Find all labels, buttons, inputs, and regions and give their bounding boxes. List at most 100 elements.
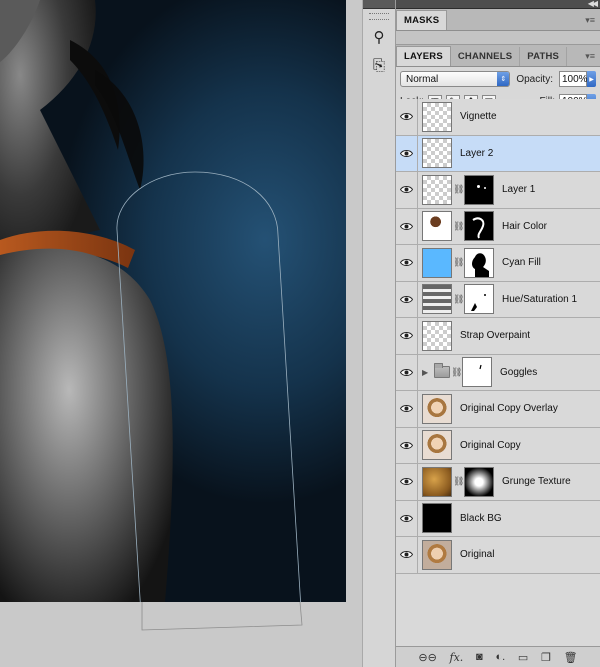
eye-visibility-icon[interactable] <box>396 245 418 281</box>
path-outline-overflow <box>141 601 303 631</box>
layer-mask-thumbnail[interactable] <box>464 211 494 242</box>
adjustment-icon[interactable]: ◐. <box>495 651 505 663</box>
eye-visibility-icon[interactable] <box>396 135 418 171</box>
layer-row[interactable]: Original Copy Overlay <box>396 391 600 428</box>
folder-icon <box>434 363 450 379</box>
clone-source-panel-icon[interactable]: ⎘ <box>368 54 390 76</box>
layer-name[interactable]: Original <box>460 549 494 560</box>
layer-mask-thumbnail[interactable] <box>464 284 494 315</box>
strip-grip[interactable] <box>363 0 395 9</box>
layer-thumbnail[interactable] <box>422 393 452 424</box>
layer-name[interactable]: Cyan Fill <box>502 257 541 268</box>
eye-visibility-icon[interactable] <box>396 391 418 427</box>
eye-visibility-icon[interactable] <box>396 464 418 500</box>
layer-thumbnail[interactable] <box>422 320 452 351</box>
layer-mask-thumbnail[interactable] <box>464 466 494 497</box>
layer-name[interactable]: Layer 1 <box>502 184 535 195</box>
expand-triangle-icon[interactable]: ▶ <box>422 368 432 377</box>
layer-thumbnail[interactable] <box>422 247 452 278</box>
layers-panel-group: ◀◀ MASKS ▾≡ LAYERS CHANNELS PATHS ▾≡ Nor… <box>396 0 600 667</box>
mask-icon[interactable]: ◙ <box>476 651 483 663</box>
masks-tabbar: MASKS ▾≡ <box>396 9 600 31</box>
group-icon[interactable]: ▭ <box>518 651 528 664</box>
layer-name[interactable]: Layer 2 <box>460 148 493 159</box>
tab-layers[interactable]: LAYERS <box>396 46 451 66</box>
eye-visibility-icon[interactable] <box>396 500 418 536</box>
layers-tabbar: LAYERS CHANNELS PATHS ▾≡ <box>396 45 600 67</box>
opacity-input[interactable]: 100% <box>559 71 588 87</box>
chain-link-icon[interactable]: ⛓ <box>453 221 464 232</box>
tab-masks[interactable]: MASKS <box>396 10 448 30</box>
layer-row[interactable]: ▶ ⛓ Goggles <box>396 354 600 391</box>
collapse-arrows-icon[interactable]: ◀◀ <box>588 0 598 8</box>
blend-mode-select[interactable]: Normal ⇕ <box>400 71 511 87</box>
layer-row[interactable]: Original Copy <box>396 427 600 464</box>
strip-drag-handle[interactable] <box>369 13 389 20</box>
layer-name[interactable]: Vignette <box>460 111 497 122</box>
eye-visibility-icon[interactable] <box>396 208 418 244</box>
link-icon[interactable]: ⊖⊖ <box>418 651 436 664</box>
layer-thumbnail[interactable] <box>422 466 452 497</box>
eye-visibility-icon[interactable] <box>396 99 418 135</box>
chevron-updown-icon: ⇕ <box>497 72 510 86</box>
layer-mask-thumbnail[interactable] <box>462 357 492 388</box>
eye-visibility-icon[interactable] <box>396 318 418 354</box>
fx-icon[interactable]: fx. <box>450 651 464 664</box>
layer-thumbnail[interactable] <box>422 101 452 132</box>
layer-thumbnail[interactable] <box>422 138 452 169</box>
eye-visibility-icon[interactable] <box>396 427 418 463</box>
blend-opacity-row: Normal ⇕ Opacity: 100% ▶ <box>396 67 600 91</box>
layer-row[interactable]: Strap Overpaint <box>396 318 600 355</box>
chain-link-icon[interactable]: ⛓ <box>453 476 464 487</box>
chain-link-icon[interactable]: ⛓ <box>453 184 464 195</box>
layer-name[interactable]: Grunge Texture <box>502 476 571 487</box>
layer-row[interactable]: ⛓ Cyan Fill <box>396 245 600 282</box>
layer-name[interactable]: Original Copy <box>460 440 521 451</box>
layer-row[interactable]: ⛓ Hair Color <box>396 208 600 245</box>
eye-visibility-icon[interactable] <box>396 537 418 573</box>
trash-icon[interactable]: 🗑 <box>564 651 578 664</box>
layer-mask-thumbnail[interactable] <box>464 174 494 205</box>
masks-collapsed-body <box>396 31 600 45</box>
chain-link-icon[interactable]: ⛓ <box>453 294 464 305</box>
layer-row[interactable]: ⛓ Hue/Saturation 1 <box>396 281 600 318</box>
tab-paths[interactable]: PATHS <box>520 47 568 66</box>
layer-name[interactable]: Hair Color <box>502 221 547 232</box>
layer-name[interactable]: Goggles <box>500 367 537 378</box>
panel-icon-strip: ⚲ ⎘ <box>362 0 396 667</box>
document-canvas-area[interactable] <box>0 0 362 667</box>
eye-visibility-icon[interactable] <box>396 172 418 208</box>
layer-row[interactable]: Vignette <box>396 99 600 136</box>
panel-menu-icon[interactable]: ▾≡ <box>585 15 595 26</box>
layer-row[interactable]: ⛓ Grunge Texture <box>396 464 600 501</box>
layer-row[interactable]: Black BG <box>396 500 600 537</box>
blend-mode-value: Normal <box>406 73 439 85</box>
layer-name[interactable]: Black BG <box>460 513 502 524</box>
layer-thumbnail[interactable] <box>422 539 452 570</box>
brushes-panel-icon[interactable]: ⚲ <box>368 26 390 48</box>
layer-row[interactable]: Original <box>396 537 600 574</box>
layer-thumbnail[interactable] <box>422 430 452 461</box>
layer-thumbnail[interactable] <box>422 503 452 534</box>
opacity-slider-icon[interactable]: ▶ <box>587 71 596 87</box>
tab-channels[interactable]: CHANNELS <box>451 47 521 66</box>
layer-thumbnail[interactable] <box>422 284 452 315</box>
layer-name[interactable]: Original Copy Overlay <box>460 403 558 414</box>
layer-name[interactable]: Strap Overpaint <box>460 330 530 341</box>
layer-row[interactable]: Layer 2 <box>396 135 600 172</box>
layers-menu-icon[interactable]: ▾≡ <box>585 51 595 62</box>
eye-visibility-icon[interactable] <box>396 281 418 317</box>
layer-row[interactable]: ⛓ Layer 1 <box>396 172 600 209</box>
layer-name[interactable]: Hue/Saturation 1 <box>502 294 577 305</box>
eye-visibility-icon[interactable] <box>396 354 418 390</box>
layer-thumbnail[interactable] <box>422 174 452 205</box>
new-layer-icon[interactable]: ❐ <box>541 651 551 664</box>
panel-grip[interactable]: ◀◀ <box>396 0 600 9</box>
layer-thumbnail[interactable] <box>422 211 452 242</box>
chain-link-icon[interactable]: ⛓ <box>453 257 464 268</box>
layers-list[interactable]: Vignette Layer 2 ⛓ Layer 1 ⛓ Hair Color ⛓ Cyan … <box>396 99 600 646</box>
opacity-label: Opacity: <box>516 73 553 85</box>
layer-mask-thumbnail[interactable] <box>464 247 494 278</box>
layers-bottom-bar: ⊖⊖ fx. ◙ ◐. ▭ ❐ 🗑 <box>396 646 600 667</box>
chain-link-icon[interactable]: ⛓ <box>451 367 462 378</box>
